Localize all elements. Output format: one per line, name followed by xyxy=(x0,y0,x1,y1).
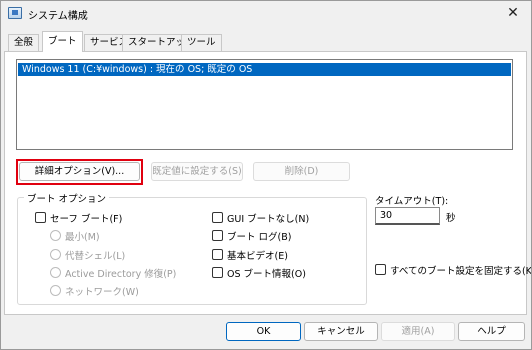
tab-general[interactable]: 全般 xyxy=(8,34,40,51)
os-boot-info-checkbox[interactable]: OS ブート情報(O) xyxy=(212,267,306,280)
radio-circle xyxy=(50,249,61,260)
os-list-item[interactable]: Windows 11 (C:¥windows) : 現在の OS; 既定の OS xyxy=(18,63,511,76)
boot-log-checkbox[interactable]: ブート ログ(B) xyxy=(212,230,291,243)
network-radio[interactable]: ネットワーク(W) xyxy=(50,285,139,298)
safe-boot-checkbox[interactable]: セーフ ブート(F) xyxy=(35,212,122,225)
radio-circle xyxy=(50,267,61,278)
apply-button[interactable]: 適用(A) xyxy=(381,322,455,341)
radio-circle xyxy=(50,285,61,296)
checkbox-box xyxy=(35,212,46,223)
minimal-label: 最小(M) xyxy=(65,232,100,243)
ad-repair-radio[interactable]: Active Directory 修復(P) xyxy=(50,267,176,280)
close-button[interactable]: ✕ xyxy=(496,1,530,25)
tab-boot[interactable]: ブート xyxy=(42,31,83,52)
tab-tools[interactable]: ツール xyxy=(181,34,222,51)
window-title: システム構成 xyxy=(28,11,88,22)
safe-boot-label: セーフ ブート(F) xyxy=(50,214,123,225)
set-default-button[interactable]: 既定値に設定する(S) xyxy=(151,162,243,181)
cancel-button[interactable]: キャンセル xyxy=(304,322,378,341)
radio-circle xyxy=(50,230,61,241)
checkbox-box xyxy=(212,230,223,241)
os-boot-info-label: OS ブート情報(O) xyxy=(227,269,306,280)
ad-repair-label: Active Directory 修復(P) xyxy=(65,269,177,280)
alternate-shell-radio[interactable]: 代替シェル(L) xyxy=(50,249,125,262)
alternate-shell-label: 代替シェル(L) xyxy=(65,251,126,262)
delete-button[interactable]: 削除(D) xyxy=(253,162,350,181)
timeout-input[interactable]: 30 xyxy=(375,207,440,225)
make-permanent-checkbox[interactable]: すべてのブート設定を固定する(K) xyxy=(375,264,532,277)
boot-options-legend: ブート オプション xyxy=(24,191,110,205)
ok-button[interactable]: OK xyxy=(226,322,301,341)
checkbox-box xyxy=(375,264,386,275)
system-config-icon xyxy=(8,7,22,19)
minimal-radio[interactable]: 最小(M) xyxy=(50,230,100,243)
base-video-label: 基本ビデオ(E) xyxy=(227,251,288,262)
help-button[interactable]: ヘルプ xyxy=(458,322,525,341)
highlight-frame xyxy=(16,159,143,185)
timeout-label: タイムアウト(T): xyxy=(375,196,449,207)
checkbox-box xyxy=(212,212,223,223)
no-gui-boot-checkbox[interactable]: GUI ブートなし(N) xyxy=(212,212,309,225)
timeout-unit-label: 秒 xyxy=(446,213,456,224)
base-video-checkbox[interactable]: 基本ビデオ(E) xyxy=(212,249,288,262)
make-permanent-label: すべてのブート設定を固定する(K) xyxy=(390,266,532,277)
checkbox-box xyxy=(212,267,223,278)
checkbox-box xyxy=(212,249,223,260)
network-label: ネットワーク(W) xyxy=(65,287,139,298)
no-gui-boot-label: GUI ブートなし(N) xyxy=(227,214,310,225)
boot-log-label: ブート ログ(B) xyxy=(227,232,292,243)
os-list[interactable]: Windows 11 (C:¥windows) : 現在の OS; 既定の OS xyxy=(16,59,513,150)
